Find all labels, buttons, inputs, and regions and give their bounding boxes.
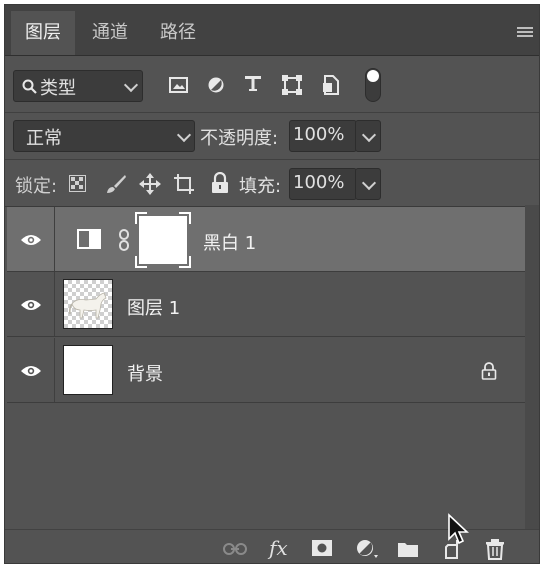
fill-slider-button[interactable]	[355, 168, 381, 200]
lock-transparent-pixels-icon[interactable]	[69, 175, 86, 192]
search-icon	[22, 79, 37, 94]
delete-layer-icon[interactable]	[485, 538, 505, 560]
layers-scrollbar[interactable]	[525, 205, 539, 529]
mask-link-icon[interactable]	[117, 229, 131, 251]
blend-row: 正常 不透明度: 100%	[5, 113, 539, 159]
fx-icon[interactable]: fx	[269, 536, 288, 560]
lock-row: 锁定: 填充: 100%	[5, 160, 539, 206]
layer-row-background[interactable]: 背景	[7, 338, 525, 403]
mouse-cursor-icon	[448, 513, 469, 545]
blend-mode-dropdown[interactable]: 正常	[13, 120, 195, 152]
layer-mask-thumbnail[interactable]	[135, 212, 191, 268]
panel-tab-bar: 图层 通道 路径	[5, 5, 539, 56]
lock-image-pixels-icon[interactable]	[105, 173, 127, 195]
lock-artboard-icon[interactable]	[173, 173, 195, 195]
visibility-toggle[interactable]	[7, 338, 55, 402]
lock-position-icon[interactable]	[138, 172, 162, 196]
filter-toggle-switch[interactable]	[365, 68, 381, 102]
panel-menu-icon[interactable]	[517, 27, 533, 37]
shape-filter-icon[interactable]	[281, 74, 303, 96]
layer-lock-icon[interactable]	[481, 362, 497, 380]
type-filter-icon[interactable]	[243, 74, 263, 94]
lock-label: 锁定:	[15, 176, 58, 197]
layer-row-black-white[interactable]: 黑白 1	[7, 207, 525, 272]
opacity-value: 100%	[293, 124, 345, 145]
new-adjustment-icon[interactable]	[355, 538, 379, 560]
smart-object-filter-icon[interactable]	[321, 74, 341, 96]
link-layers-icon[interactable]	[223, 543, 247, 555]
chevron-down-icon	[123, 77, 139, 93]
chevron-down-icon	[361, 175, 377, 191]
tab-channels[interactable]: 通道	[77, 11, 143, 55]
fill-label: 填充:	[239, 176, 282, 197]
layer-row-layer-1[interactable]: 图层 1	[7, 272, 525, 337]
chevron-down-icon	[361, 127, 377, 143]
layers-panel: 图层 通道 路径 类型 正常 不透明度: 100% 锁定: 填充: 100% 黑…	[4, 4, 540, 564]
eye-icon[interactable]	[20, 364, 42, 378]
filter-kind-dropdown[interactable]: 类型	[13, 70, 143, 102]
visibility-toggle[interactable]	[7, 272, 55, 336]
opacity-label: 不透明度:	[200, 128, 279, 149]
layer-name[interactable]: 背景	[127, 360, 163, 386]
layer-thumbnail-background[interactable]	[63, 345, 113, 395]
blend-mode-value: 正常	[26, 128, 62, 149]
fill-input[interactable]: 100%	[289, 168, 357, 200]
filter-row: 类型	[5, 56, 539, 112]
layer-name[interactable]: 图层 1	[127, 294, 180, 320]
add-mask-icon[interactable]	[311, 539, 333, 557]
eye-icon[interactable]	[20, 298, 42, 312]
adjustment-filter-icon[interactable]	[206, 75, 226, 95]
tab-paths[interactable]: 路径	[145, 11, 211, 55]
chevron-down-icon	[176, 127, 192, 143]
new-group-icon[interactable]	[397, 540, 419, 558]
horse-image-icon	[69, 292, 107, 319]
fill-value: 100%	[293, 172, 345, 193]
filter-kind-label: 类型	[40, 78, 76, 99]
lock-all-icon[interactable]	[211, 172, 229, 194]
tab-layers[interactable]: 图层	[11, 11, 75, 55]
image-filter-icon[interactable]	[169, 76, 189, 94]
opacity-input[interactable]: 100%	[289, 120, 357, 152]
adjustment-layer-icon	[77, 229, 101, 249]
layer-thumbnail-horse[interactable]	[63, 279, 113, 329]
opacity-slider-button[interactable]	[355, 120, 381, 152]
eye-icon[interactable]	[20, 233, 42, 247]
layer-name[interactable]: 黑白 1	[203, 229, 256, 255]
visibility-toggle[interactable]	[7, 207, 55, 271]
